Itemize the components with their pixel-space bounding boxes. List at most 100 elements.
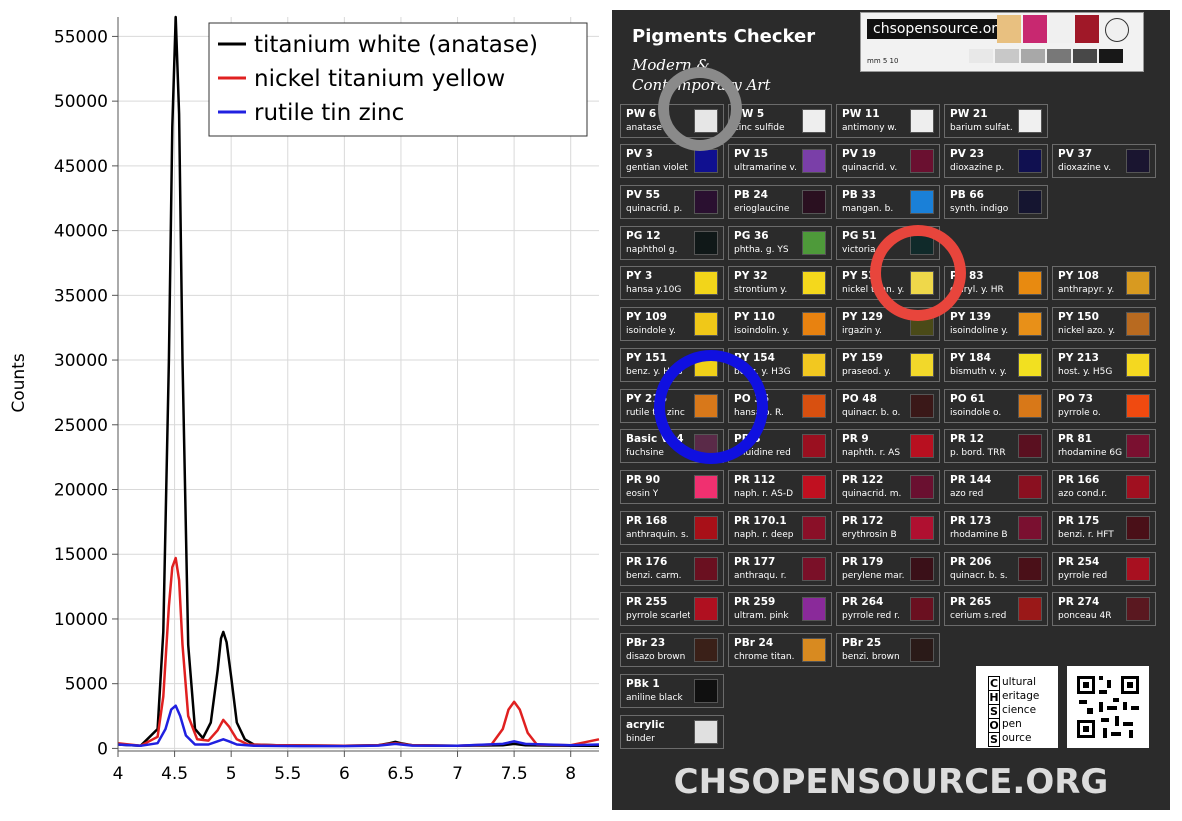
pigment-code: PR 177 (734, 556, 776, 568)
pigment-code: PY 159 (842, 352, 883, 364)
pigment-code: PY 109 (626, 311, 667, 323)
pigment-swatch (802, 312, 826, 336)
pigment-name: quinacr. b. o. (842, 408, 901, 418)
pigment-code: PY 184 (950, 352, 991, 364)
pigment-code: PW 11 (842, 108, 880, 120)
pigment-swatch (1018, 312, 1042, 336)
gray-chip (1047, 49, 1071, 63)
pigment-code: PR 12 (950, 433, 985, 445)
pigment-cell: PY 184 bismuth v. y. (944, 348, 1048, 382)
pigment-code: PY 129 (842, 311, 883, 323)
pigment-name: irgazin y. (842, 326, 882, 336)
pigment-cell: PY 32 strontium y. (728, 266, 832, 300)
pigment-code: PW 21 (950, 108, 988, 120)
pigment-name: antimony w. (842, 123, 897, 133)
pigment-swatch (1126, 353, 1150, 377)
pigment-cell: PW 21 barium sulfat. (944, 104, 1048, 138)
pigment-code: PBr 23 (626, 637, 666, 649)
pigment-name: naph. r. AS-D (734, 489, 794, 499)
pigment-swatch (1018, 271, 1042, 295)
pigment-swatch (910, 394, 934, 418)
pigment-code: PBk 1 (626, 678, 660, 690)
pigment-name: benzi. carm. (626, 571, 682, 581)
pigment-code: PR 90 (626, 474, 661, 486)
y-tick-label: 40000 (54, 222, 108, 242)
pigment-code: PY 108 (1058, 270, 1099, 282)
pigment-cell: PY 108 anthrapyr. y. (1052, 266, 1156, 300)
pigment-name: pyrrole o. (1058, 408, 1101, 418)
x-ticks: 4 4.5 5 5.5 6 6.5 7 7.5 8 (113, 751, 576, 784)
pigment-cell: PV 15 ultramarine v. (728, 144, 832, 178)
pigment-swatch (910, 149, 934, 173)
pigment-code: PR 166 (1058, 474, 1100, 486)
pigment-cell: PR 255 pyrrole scarlet (620, 592, 724, 626)
pigment-name: quinacrid. p. (626, 204, 683, 214)
pigment-cell: PR 122 quinacrid. m. (836, 470, 940, 504)
y-ticks: 0 5000 10000 15000 20000 25000 30000 35000 40000… (54, 27, 118, 759)
pigment-name: quinacr. b. s. (950, 571, 1008, 581)
pigment-code: PV 37 (1058, 148, 1093, 160)
pigment-name: dioxazine v. (1058, 163, 1112, 173)
pigment-code: PR 112 (734, 474, 776, 486)
y-tick-label: 35000 (54, 286, 108, 306)
pigment-code: PB 33 (842, 189, 876, 201)
pigment-swatch (694, 475, 718, 499)
pigment-name: ponceau 4R (1058, 611, 1112, 621)
pigment-swatch (1126, 149, 1150, 173)
pigment-swatch (1126, 597, 1150, 621)
pigment-swatch (1018, 434, 1042, 458)
scale-chip (1075, 15, 1099, 43)
y-tick-label: 10000 (54, 610, 108, 630)
pigment-swatch (1018, 475, 1042, 499)
pigment-cell: PR 12 p. bord. TRR (944, 429, 1048, 463)
qr-code-icon (1067, 666, 1149, 748)
pigment-code: PR 176 (626, 556, 668, 568)
pigment-name: azo cond.r. (1058, 489, 1108, 499)
pigment-swatch (1018, 557, 1042, 581)
target-icon (1105, 18, 1129, 42)
pigment-swatch (1126, 271, 1150, 295)
pigment-swatch (802, 353, 826, 377)
pigment-name: isoindoline y. (950, 326, 1009, 336)
pigment-code: PV 23 (950, 148, 985, 160)
pigment-cell: PR 265 cerium s.red (944, 592, 1048, 626)
pigment-cell: PR 264 pyrrole red r. (836, 592, 940, 626)
pigment-swatch (910, 434, 934, 458)
pigment-cell: PR 81 rhodamine 6G (1052, 429, 1156, 463)
pigment-code: PR 254 (1058, 556, 1100, 568)
y-tick-label: 15000 (54, 545, 108, 565)
logo-word: ultural (1002, 676, 1037, 688)
scale-logo: chsopensource.org (867, 19, 1012, 39)
pigment-name: anthraquin. s. (626, 530, 689, 540)
pigment-cell: PR 90 eosin Y (620, 470, 724, 504)
legend-label: rutile tin zinc (254, 100, 404, 126)
pigment-code: PR 170.1 (734, 515, 787, 527)
pigment-swatch (802, 475, 826, 499)
pigment-cell: PO 61 isoindole o. (944, 389, 1048, 423)
pigment-swatch (1018, 394, 1042, 418)
pigment-swatch (910, 638, 934, 662)
pigment-swatch (1126, 475, 1150, 499)
pigment-name: p. bord. TRR (950, 448, 1006, 458)
y-tick-label: 20000 (54, 481, 108, 501)
pigment-cell: PY 159 praseod. y. (836, 348, 940, 382)
pigment-swatch (694, 557, 718, 581)
pigment-cell: PR 172 erythrosin B (836, 511, 940, 545)
y-tick-label: 55000 (54, 27, 108, 47)
pigment-name: fuchsine (626, 448, 664, 458)
pigment-code: PB 24 (734, 189, 768, 201)
pigment-name: strontium y. (734, 285, 788, 295)
chsos-logo: C H S O S ultural eritage cience pen our… (976, 666, 1058, 748)
pigment-swatch (694, 271, 718, 295)
pigment-name: isoindole y. (626, 326, 676, 336)
pigment-name: dioxazine p. (950, 163, 1005, 173)
pigment-swatch (1126, 557, 1150, 581)
pigment-name: cerium s.red (950, 611, 1007, 621)
pigment-code: PR 265 (950, 596, 992, 608)
pigment-swatch (694, 597, 718, 621)
logo-letter: H (988, 690, 1000, 705)
pigment-swatch (802, 638, 826, 662)
pigment-code: PR 168 (626, 515, 668, 527)
pigment-swatch (802, 394, 826, 418)
pigment-name: aniline black (626, 693, 683, 703)
